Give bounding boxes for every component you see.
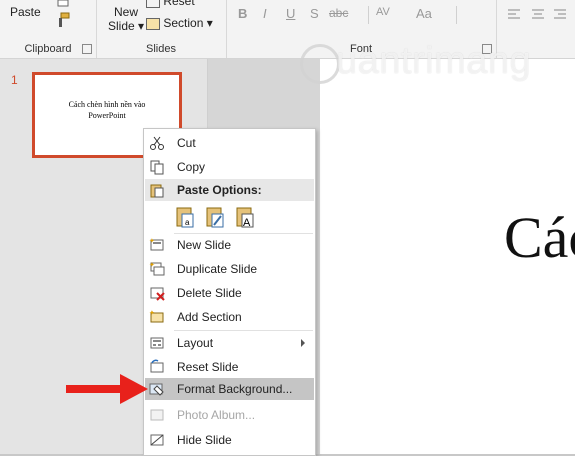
cut-label: Cut bbox=[177, 136, 196, 150]
new-slide-icon: ✦ bbox=[149, 237, 164, 251]
add-section-label: Add Section bbox=[177, 310, 242, 324]
strikethrough-button[interactable]: abc bbox=[329, 6, 348, 20]
underline-button[interactable]: U bbox=[286, 6, 295, 21]
format-painter-icon[interactable] bbox=[55, 12, 71, 28]
add-section-icon: ✦ bbox=[149, 309, 164, 323]
thumbnail-line-2: PowerPoint bbox=[88, 111, 126, 120]
paste-options-header: Paste Options: bbox=[145, 179, 314, 201]
menu-item-new-slide[interactable]: ✦ New Slide bbox=[145, 234, 314, 256]
paste-keep-text-only-icon[interactable]: A bbox=[234, 205, 256, 229]
duplicate-slide-icon: ✦ bbox=[149, 261, 165, 276]
reset-icon bbox=[146, 0, 160, 8]
slide-title[interactable]: Các bbox=[504, 204, 575, 271]
reset-label: Reset bbox=[163, 0, 195, 8]
svg-text:✦: ✦ bbox=[149, 309, 155, 317]
scissors-icon bbox=[150, 136, 164, 150]
menu-item-reset-slide[interactable]: Reset Slide bbox=[145, 356, 314, 378]
paste-options-label: Paste Options: bbox=[177, 183, 262, 197]
clipboard-icon bbox=[150, 184, 164, 198]
duplicate-slide-label: Duplicate Slide bbox=[177, 262, 258, 276]
menu-item-add-section[interactable]: ✦ Add Section bbox=[145, 306, 314, 328]
change-case-button[interactable]: Aa bbox=[416, 6, 432, 21]
paste-button[interactable]: Paste bbox=[10, 5, 41, 19]
thumbnail-title: Cách chèn hình nền vào PowerPoint bbox=[39, 99, 175, 121]
svg-text:✦: ✦ bbox=[149, 237, 155, 245]
copy-label: Copy bbox=[177, 160, 206, 174]
menu-separator bbox=[174, 330, 313, 331]
layout-icon bbox=[150, 337, 164, 349]
context-menu: Cut Copy Paste Options: a A ✦ New Slide … bbox=[143, 128, 316, 456]
new-slide-label-2: Slide bbox=[108, 19, 135, 33]
italic-button[interactable]: I bbox=[263, 6, 267, 21]
menu-item-cut[interactable]: Cut bbox=[145, 132, 314, 154]
svg-text:a: a bbox=[185, 218, 190, 227]
section-label: Section bbox=[163, 16, 204, 30]
separator bbox=[456, 6, 457, 24]
submenu-arrow-icon bbox=[301, 339, 305, 347]
photo-album-label: Photo Album... bbox=[177, 408, 256, 422]
paste-label: Paste bbox=[10, 5, 41, 19]
copy-icon bbox=[150, 160, 164, 175]
paste-use-destination-theme-icon[interactable]: a bbox=[174, 205, 196, 229]
clipboard-launcher-icon[interactable] bbox=[82, 44, 92, 54]
new-slide-label: New bbox=[114, 5, 139, 19]
new-slide-label: New Slide bbox=[177, 238, 232, 252]
menu-item-duplicate-slide[interactable]: ✦ Duplicate Slide bbox=[145, 258, 314, 280]
layout-label: Layout bbox=[177, 336, 214, 350]
char-spacing-button[interactable]: AV bbox=[376, 6, 390, 18]
hide-slide-label: Hide Slide bbox=[177, 433, 232, 447]
paste-keep-source-formatting-icon[interactable] bbox=[204, 205, 226, 229]
delete-slide-label: Delete Slide bbox=[177, 286, 242, 300]
watermark-logo-icon bbox=[300, 44, 340, 84]
shadow-button[interactable]: S bbox=[310, 6, 319, 21]
menu-item-hide-slide[interactable]: Hide Slide bbox=[145, 429, 314, 451]
section-icon bbox=[146, 17, 160, 30]
bold-button[interactable]: B bbox=[238, 6, 247, 21]
svg-text:✦: ✦ bbox=[149, 261, 155, 269]
photo-album-icon bbox=[150, 409, 164, 421]
section-button[interactable]: Section ▾ bbox=[146, 16, 213, 30]
red-arrow-icon bbox=[66, 374, 148, 404]
slides-group: New Slide ▾ Reset Section ▾ Slides bbox=[96, 0, 227, 58]
separator bbox=[368, 6, 369, 24]
clipboard-group: Paste Clipboard bbox=[0, 0, 97, 58]
slides-group-label: Slides bbox=[146, 43, 176, 55]
hide-slide-icon bbox=[150, 434, 164, 446]
menu-item-photo-album[interactable]: Photo Album... bbox=[145, 404, 314, 426]
reset-button[interactable]: Reset bbox=[146, 0, 195, 8]
menu-item-copy[interactable]: Copy bbox=[145, 156, 314, 178]
slide-canvas[interactable]: Các bbox=[320, 59, 575, 454]
reset-slide-label: Reset Slide bbox=[177, 360, 239, 374]
copy-icon[interactable] bbox=[56, 0, 72, 8]
watermark-text: uantrimang bbox=[336, 40, 532, 82]
reset-slide-icon bbox=[150, 359, 164, 373]
format-background-label: Format Background... bbox=[177, 382, 293, 396]
menu-item-layout[interactable]: Layout bbox=[145, 332, 314, 354]
align-icons[interactable] bbox=[506, 8, 568, 22]
paste-options-row: a A bbox=[174, 203, 304, 231]
svg-text:A: A bbox=[243, 217, 251, 229]
slide-number: 1 bbox=[11, 73, 18, 87]
new-slide-button[interactable]: New Slide ▾ bbox=[108, 5, 144, 33]
menu-item-format-background[interactable]: Format Background... bbox=[145, 378, 314, 400]
delete-slide-icon bbox=[150, 287, 165, 301]
format-background-icon bbox=[149, 383, 164, 396]
menu-item-delete-slide[interactable]: Delete Slide bbox=[145, 282, 314, 304]
thumbnail-line-1: Cách chèn hình nền vào bbox=[68, 100, 146, 109]
